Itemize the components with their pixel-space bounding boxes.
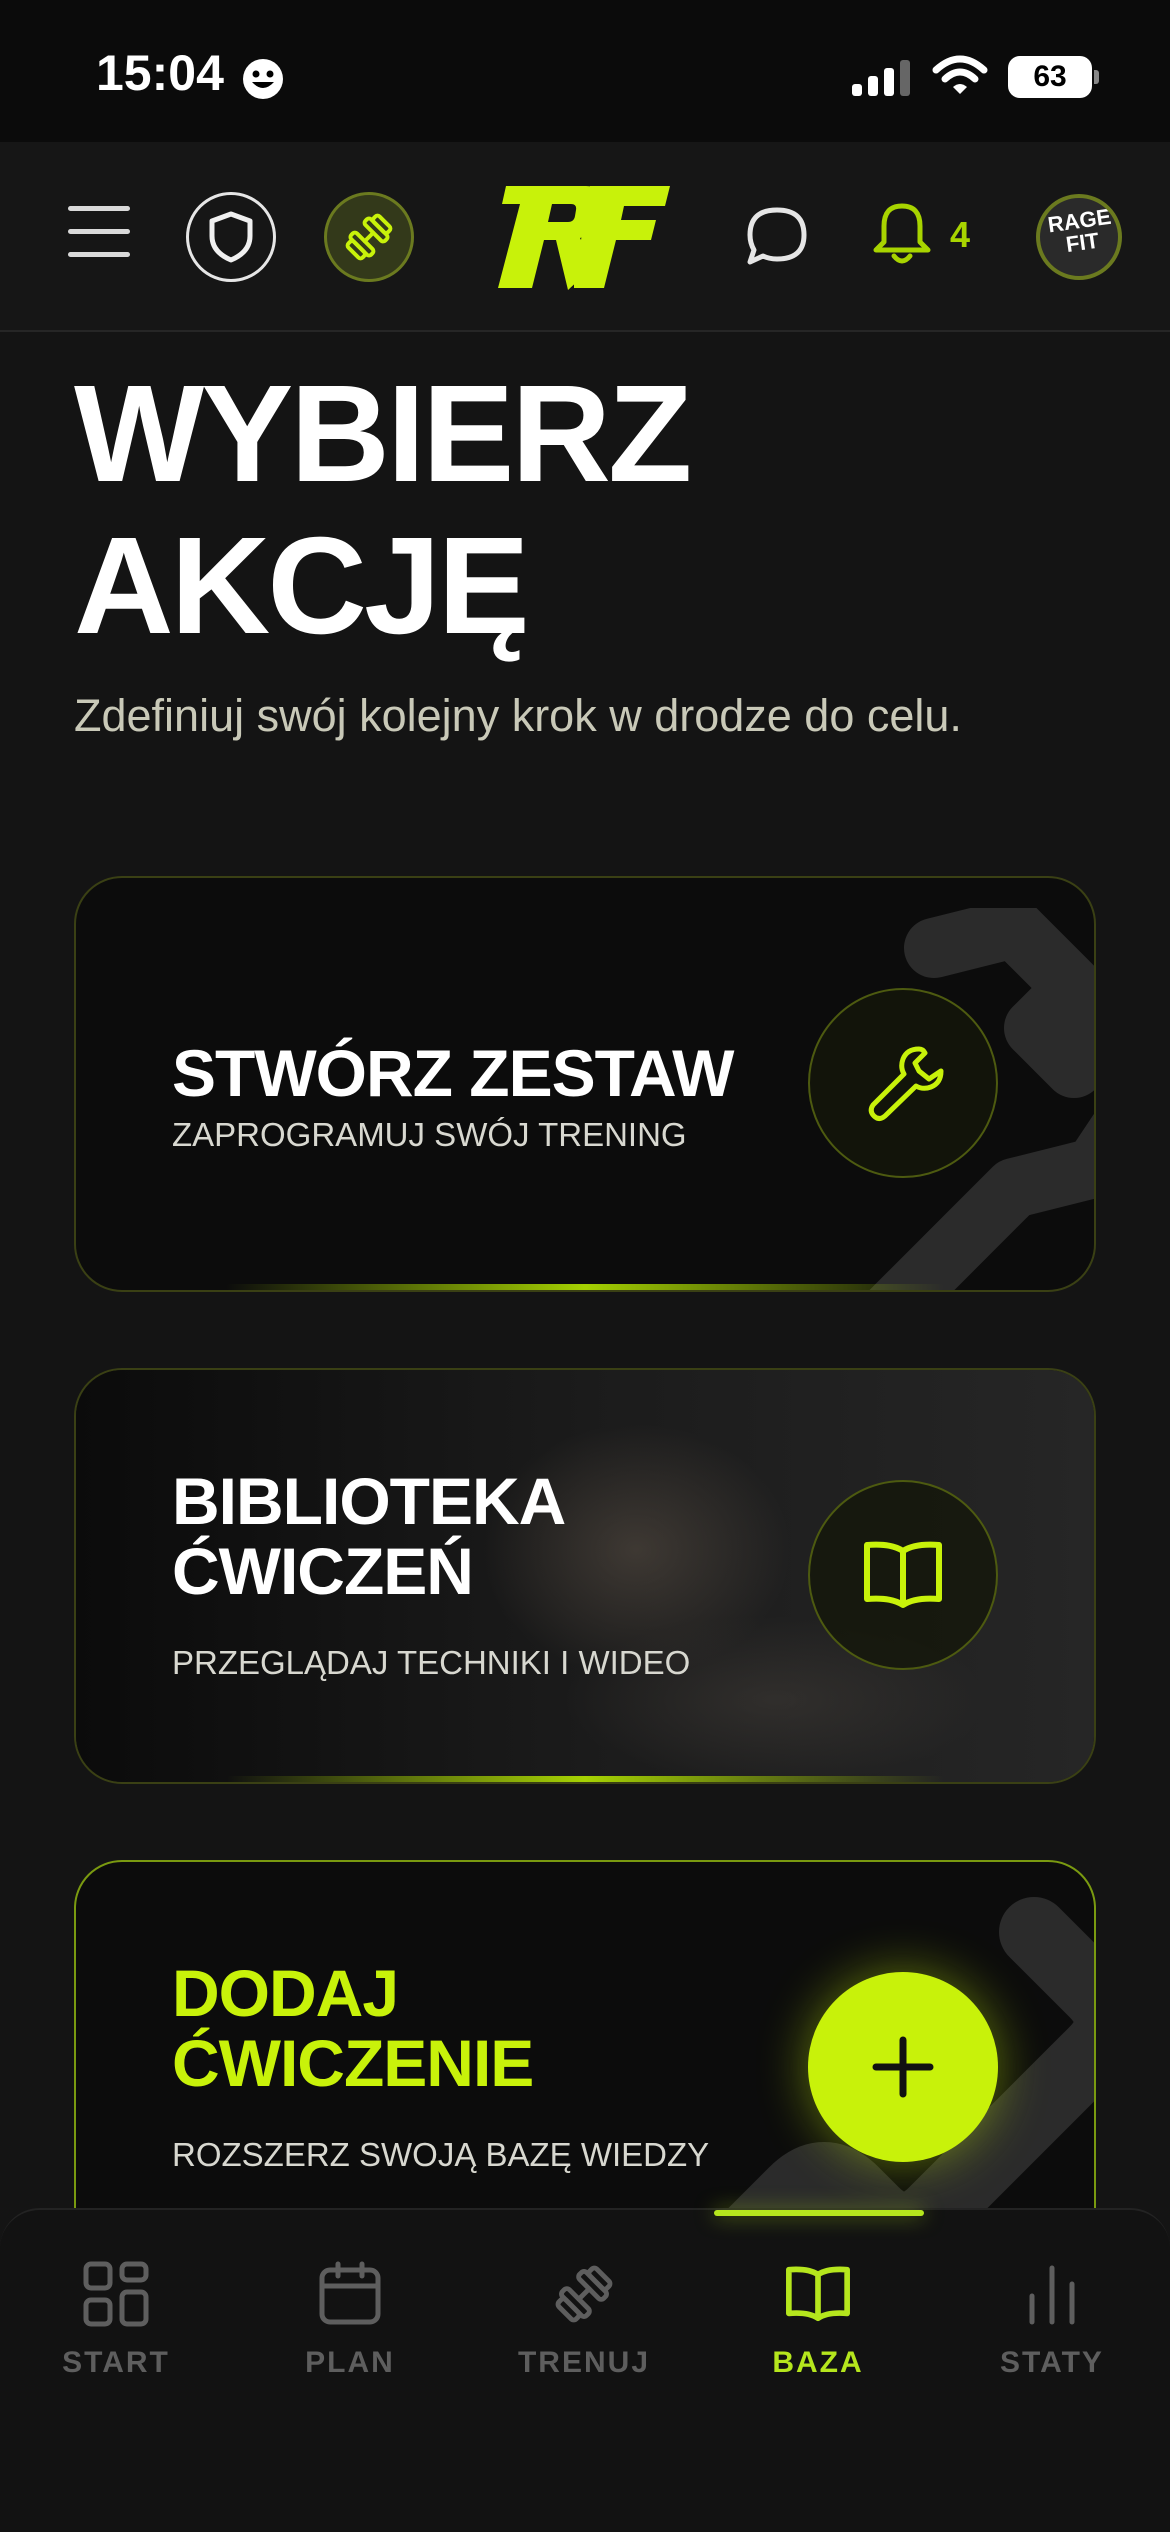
calendar-icon bbox=[319, 2261, 381, 2325]
page-title: WYBIERZ AKCJĘ bbox=[74, 358, 1074, 662]
card-subtitle: PRZEGLĄDAJ TECHNIKI I WIDEO bbox=[172, 1644, 691, 1681]
wifi-icon bbox=[932, 55, 988, 94]
bottom-tab-bar: START PLAN TRENUJ BAZA STATY bbox=[0, 2208, 1170, 2532]
book-icon bbox=[864, 1541, 942, 1608]
notifications-badge: 4 bbox=[950, 214, 971, 255]
app-logo[interactable] bbox=[494, 182, 674, 294]
card-title-line1: DODAJ bbox=[172, 1956, 399, 2030]
avatar-logo-text: RAGE FIT bbox=[1046, 203, 1113, 258]
tab-trenuj[interactable]: TRENUJ bbox=[484, 2260, 684, 2420]
card-title: BIBLIOTEKA ĆWICZEŃ bbox=[172, 1464, 566, 1608]
page-subtitle: Zdefiniuj swój kolejny krok w drodze do … bbox=[74, 690, 962, 741]
tab-label: BAZA bbox=[772, 2346, 864, 2379]
tab-plan[interactable]: PLAN bbox=[250, 2260, 450, 2420]
page-title-line1: WYBIERZ bbox=[74, 357, 692, 511]
tab-label: START bbox=[62, 2346, 170, 2379]
create-set-card[interactable]: STWÓRZ ZESTAW ZAPROGRAMUJ SWÓJ TRENING bbox=[74, 876, 1096, 1292]
tab-start[interactable]: START bbox=[16, 2260, 216, 2420]
smiley-icon bbox=[243, 59, 283, 99]
status-bar: 15:04 63 bbox=[0, 0, 1170, 142]
shield-button[interactable] bbox=[186, 192, 276, 282]
wrench-icon bbox=[868, 1046, 944, 1121]
card-icon-circle bbox=[808, 988, 998, 1178]
card-accent-line bbox=[226, 1284, 944, 1290]
card-title-line2: ĆWICZEŃ bbox=[172, 1534, 474, 1608]
plus-icon bbox=[872, 2036, 934, 2098]
card-subtitle: ROZSZERZ SWOJĄ BAZĘ WIEDZY bbox=[172, 2136, 710, 2173]
tab-baza[interactable]: BAZA bbox=[718, 2260, 918, 2420]
dumbbell-icon bbox=[345, 213, 393, 261]
add-exercise-button[interactable] bbox=[808, 1972, 998, 2162]
avatar[interactable]: RAGE FIT bbox=[1036, 194, 1122, 280]
page-title-line2: AKCJĘ bbox=[74, 509, 530, 663]
card-icon-circle bbox=[808, 1480, 998, 1670]
exercise-library-card[interactable]: BIBLIOTEKA ĆWICZEŃ PRZEGLĄDAJ TECHNIKI I… bbox=[74, 1368, 1096, 1784]
tab-label: STATY bbox=[1000, 2346, 1104, 2379]
tab-staty[interactable]: STATY bbox=[952, 2260, 1152, 2420]
dumbbell-icon bbox=[555, 2265, 613, 2323]
card-subtitle: ZAPROGRAMUJ SWÓJ TRENING bbox=[172, 1116, 687, 1153]
signal-icon bbox=[852, 60, 910, 96]
tab-label: PLAN bbox=[305, 2346, 395, 2379]
card-title-line2: ĆWICZENIE bbox=[172, 2026, 534, 2100]
tab-label: TRENUJ bbox=[517, 2346, 650, 2379]
card-title-line1: BIBLIOTEKA bbox=[172, 1464, 566, 1538]
menu-icon[interactable] bbox=[68, 206, 130, 262]
battery-nub bbox=[1094, 70, 1099, 84]
grid-icon bbox=[83, 2261, 149, 2327]
status-time: 15:04 bbox=[96, 45, 224, 101]
workout-button[interactable] bbox=[324, 192, 414, 282]
battery-indicator: 63 bbox=[1008, 56, 1092, 98]
app-header: 4 RAGE FIT bbox=[0, 142, 1170, 332]
card-title: STWÓRZ ZESTAW bbox=[172, 1036, 734, 1110]
active-tab-indicator bbox=[714, 2210, 924, 2216]
notifications-icon[interactable] bbox=[870, 200, 934, 268]
bar-chart-icon bbox=[1029, 2265, 1075, 2325]
chat-icon[interactable] bbox=[744, 204, 810, 270]
card-accent-line bbox=[226, 1776, 944, 1782]
card-title: DODAJ ĆWICZENIE bbox=[172, 1956, 534, 2100]
shield-icon bbox=[209, 211, 253, 263]
book-icon bbox=[786, 2266, 850, 2322]
